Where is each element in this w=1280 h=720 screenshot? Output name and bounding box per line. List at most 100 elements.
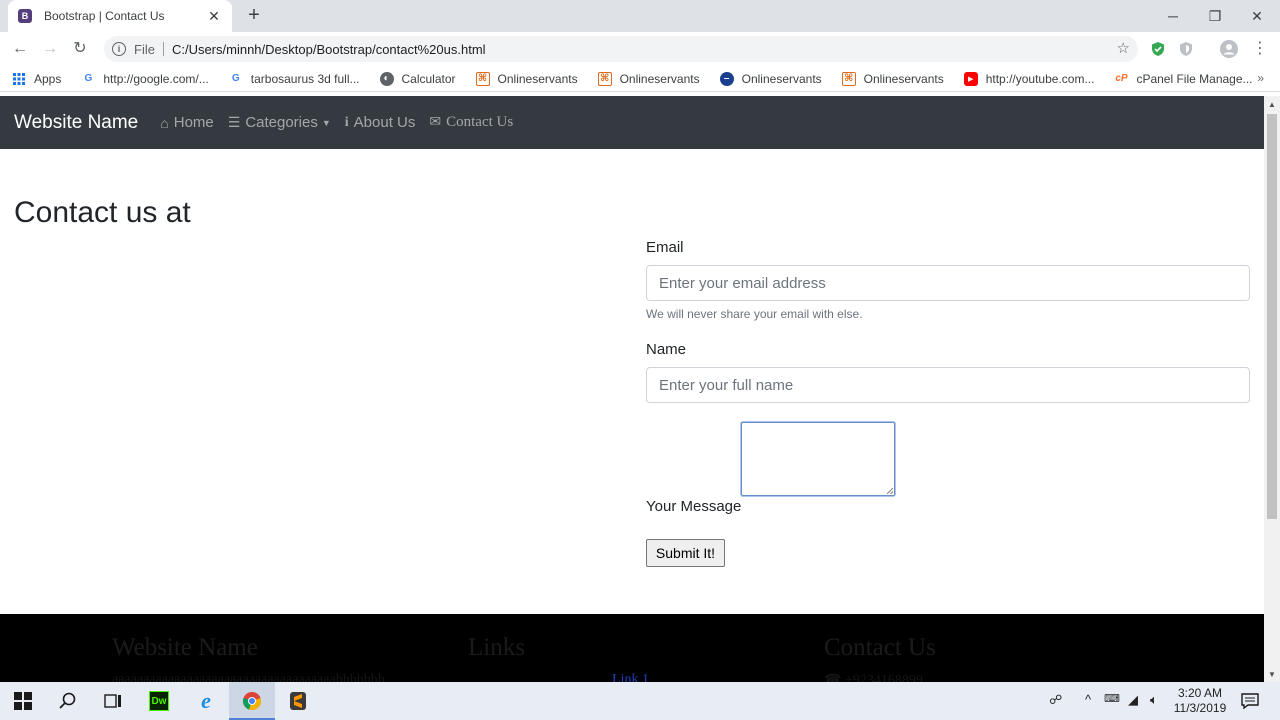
bookmark-google[interactable]: G http://google.com/... bbox=[81, 72, 208, 86]
bookmark-label: Onlineservants bbox=[863, 71, 944, 86]
shield-outline-extension-icon[interactable] bbox=[1178, 41, 1194, 57]
url-text[interactable]: C:/Users/minnh/Desktop/Bootstrap/contact… bbox=[172, 42, 486, 57]
name-field[interactable]: Enter your full name bbox=[646, 367, 1250, 403]
text-cursor-icon: I bbox=[178, 652, 184, 672]
youtube-icon: ▶ bbox=[963, 71, 978, 86]
page-viewport: Website Name ⌂ Home ☰ Categories ▼ i Abo… bbox=[0, 96, 1264, 682]
apps-grid-icon bbox=[12, 72, 26, 86]
email-label: Email bbox=[646, 239, 684, 256]
dreamweaver-icon[interactable]: Dw bbox=[149, 691, 169, 711]
phone-icon: ☎ bbox=[824, 673, 845, 682]
scroll-down-icon[interactable]: ▼ bbox=[1268, 670, 1276, 679]
bookmark-star-icon[interactable]: ☆ bbox=[1117, 39, 1130, 57]
new-tab-button[interactable]: + bbox=[244, 5, 264, 25]
calculator-icon: ◐ bbox=[379, 71, 394, 86]
submit-button[interactable]: Submit It! bbox=[646, 539, 725, 567]
bookmark-label: cPanel File Manage... bbox=[1136, 71, 1253, 86]
message-textarea[interactable] bbox=[741, 422, 895, 496]
system-clock[interactable]: 3:20 AM 11/3/2019 bbox=[1170, 686, 1230, 716]
navbar-brand[interactable]: Website Name bbox=[14, 112, 138, 134]
nav-home[interactable]: ⌂ Home bbox=[160, 114, 213, 131]
scroll-thumb[interactable] bbox=[1267, 114, 1277, 519]
scroll-up-icon[interactable]: ▲ bbox=[1268, 100, 1276, 109]
bookmark-label: tarbosaurus 3d full... bbox=[250, 71, 360, 86]
browser-tab[interactable]: B Bootstrap | Contact Us ✕ bbox=[8, 0, 232, 32]
bookmarks-bar: Apps G http://google.com/... G tarbosaur… bbox=[0, 66, 1280, 92]
address-bar[interactable]: i File C:/Users/minnh/Desktop/Bootstrap/… bbox=[104, 36, 1138, 62]
close-window-button[interactable]: ✕ bbox=[1236, 0, 1278, 32]
bookmark-onlineservants-4[interactable]: ⌘ Onlineservants bbox=[841, 71, 944, 86]
footer-link-1[interactable]: Link 1 bbox=[612, 672, 649, 682]
nav-contact[interactable]: ✉ Contact Us bbox=[429, 114, 513, 131]
bookmark-label: http://youtube.com... bbox=[985, 71, 1095, 86]
restore-window-button[interactable]: ❐ bbox=[1194, 0, 1236, 32]
volume-icon[interactable]: 🔈︎ bbox=[1150, 692, 1158, 708]
bookmark-tarbosaurus[interactable]: G tarbosaurus 3d full... bbox=[229, 72, 360, 86]
site-footer: Website Name aaaaaaaaaaaaaaaaaaaaaaaaaaa… bbox=[0, 614, 1264, 682]
contact-form: Email Enter your email address We will n… bbox=[646, 239, 1250, 567]
site-navbar: Website Name ⌂ Home ☰ Categories ▼ i Abo… bbox=[0, 96, 1264, 149]
show-hidden-icons-icon[interactable]: ^ bbox=[1085, 692, 1091, 707]
chrome-icon[interactable] bbox=[242, 691, 262, 711]
list-icon: ☰ bbox=[227, 114, 241, 130]
cpanel-icon: cP bbox=[1115, 73, 1128, 84]
bookmark-label: http://google.com/... bbox=[103, 71, 209, 86]
nav-categories-label: Categories bbox=[245, 114, 318, 131]
google-icon: G bbox=[231, 73, 240, 84]
message-label: Your Message bbox=[646, 498, 742, 515]
network-icon[interactable]: ◢ bbox=[1128, 692, 1138, 708]
people-icon[interactable]: ☍ bbox=[1049, 692, 1062, 708]
caret-down-icon: ▼ bbox=[321, 117, 331, 128]
file-scheme-label: File bbox=[134, 41, 155, 57]
internet-explorer-icon[interactable]: e bbox=[196, 688, 216, 713]
sublime-text-icon[interactable] bbox=[288, 691, 308, 711]
name-label: Name bbox=[646, 341, 687, 358]
bookmark-apps[interactable]: Apps bbox=[12, 72, 61, 86]
info-icon: i bbox=[344, 114, 349, 130]
page-scrollbar[interactable]: ▲ ▼ bbox=[1264, 96, 1280, 682]
input-method-icon[interactable]: ⌨ bbox=[1104, 692, 1120, 705]
bookmark-cpanel[interactable]: cP cPanel File Manage... bbox=[1114, 72, 1252, 86]
onlineservants-icon: ⌘ bbox=[841, 71, 856, 86]
action-center-icon[interactable] bbox=[1240, 691, 1260, 711]
bookmark-calculator[interactable]: ◐ Calculator bbox=[379, 71, 456, 86]
nav-contact-label: Contact Us bbox=[446, 114, 514, 130]
bookmark-label: Onlineservants bbox=[741, 71, 822, 86]
email-help-text: We will never share your email with else… bbox=[646, 307, 863, 321]
nav-categories-dropdown[interactable]: ☰ Categories ▼ bbox=[228, 114, 331, 131]
nav-about[interactable]: i About Us bbox=[345, 114, 416, 131]
nav-about-label: About Us bbox=[353, 114, 416, 131]
bookmark-label: Calculator bbox=[401, 71, 456, 86]
bookmark-label: Onlineservants bbox=[497, 71, 578, 86]
home-icon: ⌂ bbox=[160, 114, 169, 131]
minimize-window-button[interactable]: ─ bbox=[1152, 0, 1194, 32]
profile-avatar-icon[interactable] bbox=[1220, 40, 1238, 58]
bookmark-onlineservants-3[interactable]: – Onlineservants bbox=[719, 71, 822, 86]
back-arrow-icon[interactable]: ← bbox=[10, 39, 30, 59]
page-title: Contact us at bbox=[14, 196, 191, 229]
browser-menu-icon[interactable]: ⋮ bbox=[1250, 39, 1270, 59]
more-bookmarks-icon[interactable]: » bbox=[1257, 71, 1264, 85]
reload-icon[interactable]: ↻ bbox=[70, 39, 90, 59]
email-field[interactable]: Enter your email address bbox=[646, 265, 1250, 301]
close-tab-icon[interactable]: ✕ bbox=[206, 8, 222, 25]
onlineservants-icon: ⌘ bbox=[597, 71, 612, 86]
nav-home-label: Home bbox=[173, 114, 214, 131]
bookmark-label: Apps bbox=[34, 71, 62, 86]
info-icon[interactable]: i bbox=[112, 42, 126, 56]
task-view-icon[interactable] bbox=[103, 691, 123, 711]
footer-phone-number: +9234168899 bbox=[844, 673, 923, 682]
bookmark-youtube[interactable]: ▶ http://youtube.com... bbox=[963, 71, 1095, 86]
search-icon[interactable] bbox=[58, 691, 78, 711]
bookmark-onlineservants-2[interactable]: ⌘ Onlineservants bbox=[597, 71, 700, 86]
windows-start-icon[interactable] bbox=[13, 691, 33, 711]
omnibox-divider bbox=[162, 42, 164, 56]
forward-arrow-icon[interactable]: → bbox=[40, 39, 60, 59]
shield-extension-icon[interactable] bbox=[1150, 41, 1166, 57]
resize-grip-icon[interactable] bbox=[887, 488, 893, 494]
footer-contact-title: Contact Us bbox=[824, 634, 936, 661]
footer-brand-text: aaaaaaaaaaaaaaaaaaaaaaaaaaaaaaaaaaaahhhh… bbox=[112, 672, 385, 682]
bookmark-onlineservants-1[interactable]: ⌘ Onlineservants bbox=[475, 71, 578, 86]
google-icon: G bbox=[84, 73, 93, 84]
browser-toolbar: ← → ↻ i File C:/Users/minnh/Desktop/Boot… bbox=[0, 32, 1280, 66]
